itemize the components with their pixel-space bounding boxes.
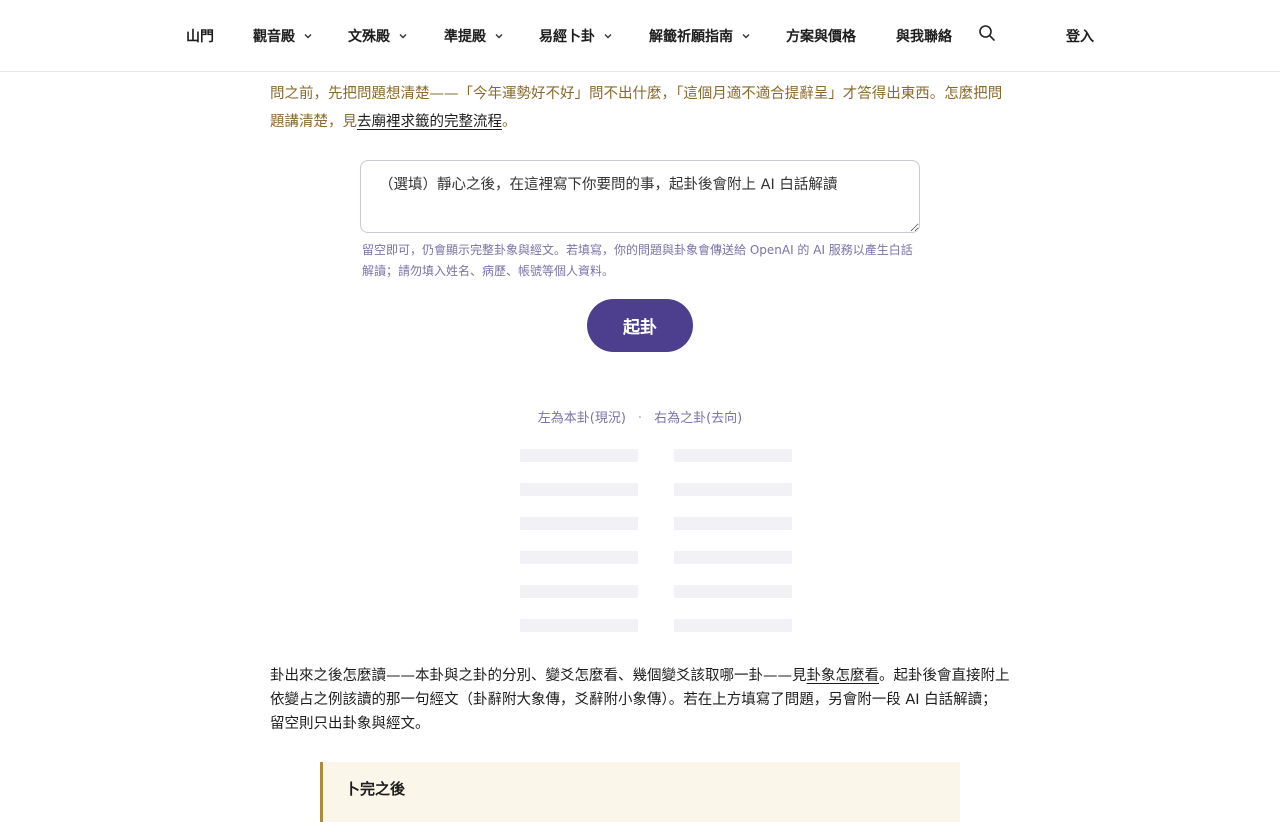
intro-paragraph: 問之前，先把問題想清楚——「今年運勢好不好」問不出什麼，「這個月適不適合提辭呈」…	[270, 80, 1010, 136]
changed-hexagram	[674, 449, 792, 653]
chevron-down-icon	[398, 31, 408, 41]
hexagram-line-placeholder	[674, 483, 792, 496]
explain-text: 卦出來之後怎麼讀——本卦與之卦的分別、變爻怎麼看、幾個變爻該取哪一卦——見	[270, 668, 807, 684]
hexagram-line-placeholder	[520, 449, 638, 462]
callout-title: 卜完之後	[345, 780, 406, 798]
nav-item-wenshu[interactable]: 文殊殿	[348, 26, 408, 46]
legend-separator: ·	[637, 411, 643, 426]
chevron-down-icon	[303, 31, 313, 41]
temple-guide-link[interactable]: 去廟裡求籤的完整流程	[357, 114, 502, 130]
nav-item-label: 準提殿	[444, 29, 486, 45]
nav-item-label: 與我聯絡	[896, 29, 952, 45]
chevron-down-icon	[741, 31, 751, 41]
nav-item-guanyin[interactable]: 觀音殿	[253, 26, 313, 46]
hexagram-legend: 左為本卦(現況) · 右為之卦(去向)	[0, 407, 1280, 426]
nav-item-label: 易經卜卦	[539, 29, 595, 45]
hexagram-line-placeholder	[674, 585, 792, 598]
nav-item-label: 解籤祈願指南	[649, 29, 733, 45]
hexagram-line-placeholder	[520, 585, 638, 598]
nav-item-iching[interactable]: 易經卜卦	[539, 26, 613, 46]
chevron-down-icon	[494, 31, 504, 41]
nav-item-label: 觀音殿	[253, 29, 295, 45]
hexagram-line-placeholder	[674, 449, 792, 462]
nav-item-label: 山門	[186, 29, 214, 45]
hexagram-line-placeholder	[520, 551, 638, 564]
hexagram-line-placeholder	[674, 619, 792, 632]
after-divination-callout: 卜完之後	[320, 762, 960, 822]
site-header: 山門 觀音殿 文殊殿 準提殿 易經卜卦 解籤祈願指南 方案與價格 與我聯絡 登入	[0, 0, 1280, 72]
hexagram-line-placeholder	[674, 517, 792, 530]
hexagram-line-placeholder	[520, 619, 638, 632]
privacy-hint: 留空即可，仍會顯示完整卦象與經文。若填寫，你的問題與卦象會傳送給 OpenAI …	[362, 243, 913, 278]
nav-item-label: 文殊殿	[348, 29, 390, 45]
hexagram-reading-link[interactable]: 卦象怎麼看	[807, 668, 880, 684]
reading-explanation: 卦出來之後怎麼讀——本卦與之卦的分別、變爻怎麼看、幾個變爻該取哪一卦——見卦象怎…	[270, 664, 1010, 736]
hexagram-line-placeholder	[520, 483, 638, 496]
nav-item-pricing[interactable]: 方案與價格	[786, 26, 856, 46]
nav-item-zhunti[interactable]: 準提殿	[444, 26, 504, 46]
intro-text-end: 。	[502, 114, 517, 130]
login-button[interactable]: 登入	[1066, 26, 1094, 46]
hexagram-line-placeholder	[520, 517, 638, 530]
search-icon[interactable]	[978, 24, 996, 42]
nav-item-label: 方案與價格	[786, 29, 856, 45]
legend-right: 右為之卦(去向)	[654, 411, 743, 426]
question-input[interactable]	[360, 160, 920, 233]
main-nav: 山門 觀音殿 文殊殿 準提殿 易經卜卦 解籤祈願指南 方案與價格 與我聯絡 登入	[0, 0, 1280, 72]
nav-item-guide[interactable]: 解籤祈願指南	[649, 26, 751, 46]
hexagram-line-placeholder	[674, 551, 792, 564]
original-hexagram	[520, 449, 638, 653]
nav-item-contact[interactable]: 與我聯絡	[896, 26, 952, 46]
nav-item-shanmen[interactable]: 山門	[186, 26, 214, 46]
cast-hexagram-button[interactable]: 起卦	[587, 299, 693, 352]
chevron-down-icon	[603, 31, 613, 41]
legend-left: 左為本卦(現況)	[537, 411, 626, 426]
